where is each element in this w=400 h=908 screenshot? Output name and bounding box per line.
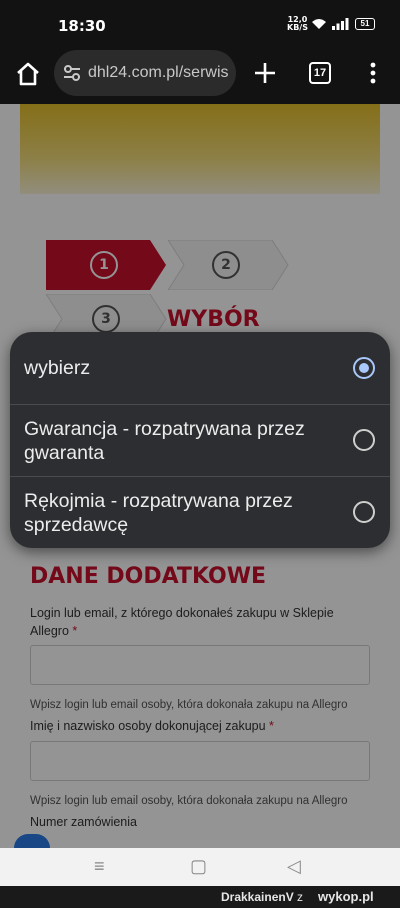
site-settings-icon[interactable] (62, 64, 82, 82)
battery-icon: 51 (355, 18, 375, 30)
select-options-popup: wybierz Gwarancja - rozpatrywana przez g… (10, 332, 390, 548)
status-bar: 18:30 12,0 KB/S 51 (0, 0, 400, 44)
radio-unselected-icon[interactable] (353, 429, 375, 451)
browser-toolbar: dhl24.com.pl/serwis 17 (0, 44, 400, 104)
status-time: 18:30 (58, 17, 106, 35)
option-label: Rękojmia - rozpatrywana przez sprzedawcę (24, 490, 293, 536)
radio-unselected-icon[interactable] (353, 501, 375, 523)
system-nav-bar: ≡ ▢ ◁ (0, 848, 400, 886)
network-speed: 12,0 KB/S (287, 15, 308, 32)
back-icon[interactable]: ◁ (287, 856, 301, 877)
option-label: Gwarancja - rozpatrywana przez gwaranta (24, 418, 305, 464)
option-wybierz[interactable]: wybierz (10, 332, 390, 404)
recents-icon[interactable]: ≡ (94, 856, 105, 877)
home-nav-icon[interactable]: ▢ (190, 856, 207, 877)
phone-screen: 18:30 12,0 KB/S 51 dhl24.com.pl/serwis 1… (0, 0, 400, 886)
watermark-footer: DrakkainenV z wykop.pl (0, 886, 400, 908)
new-tab-icon[interactable] (252, 60, 278, 86)
option-rekojmia[interactable]: Rękojmia - rozpatrywana przez sprzedawcę (10, 477, 390, 548)
wifi-icon (312, 19, 326, 29)
signal-icon (332, 18, 349, 30)
address-bar[interactable]: dhl24.com.pl/serwis (54, 50, 236, 96)
option-gwarancja[interactable]: Gwarancja - rozpatrywana przez gwaranta (10, 405, 390, 476)
author-name: DrakkainenV z (221, 890, 304, 904)
tab-switcher-button[interactable]: 17 (309, 62, 331, 84)
more-menu-icon[interactable] (366, 60, 380, 86)
radio-selected-icon[interactable] (353, 357, 375, 379)
wykop-logo: wykop.pl (318, 889, 374, 904)
option-label: wybierz (24, 357, 91, 379)
home-icon[interactable] (14, 60, 42, 88)
url-text: dhl24.com.pl/serwis (88, 64, 229, 81)
